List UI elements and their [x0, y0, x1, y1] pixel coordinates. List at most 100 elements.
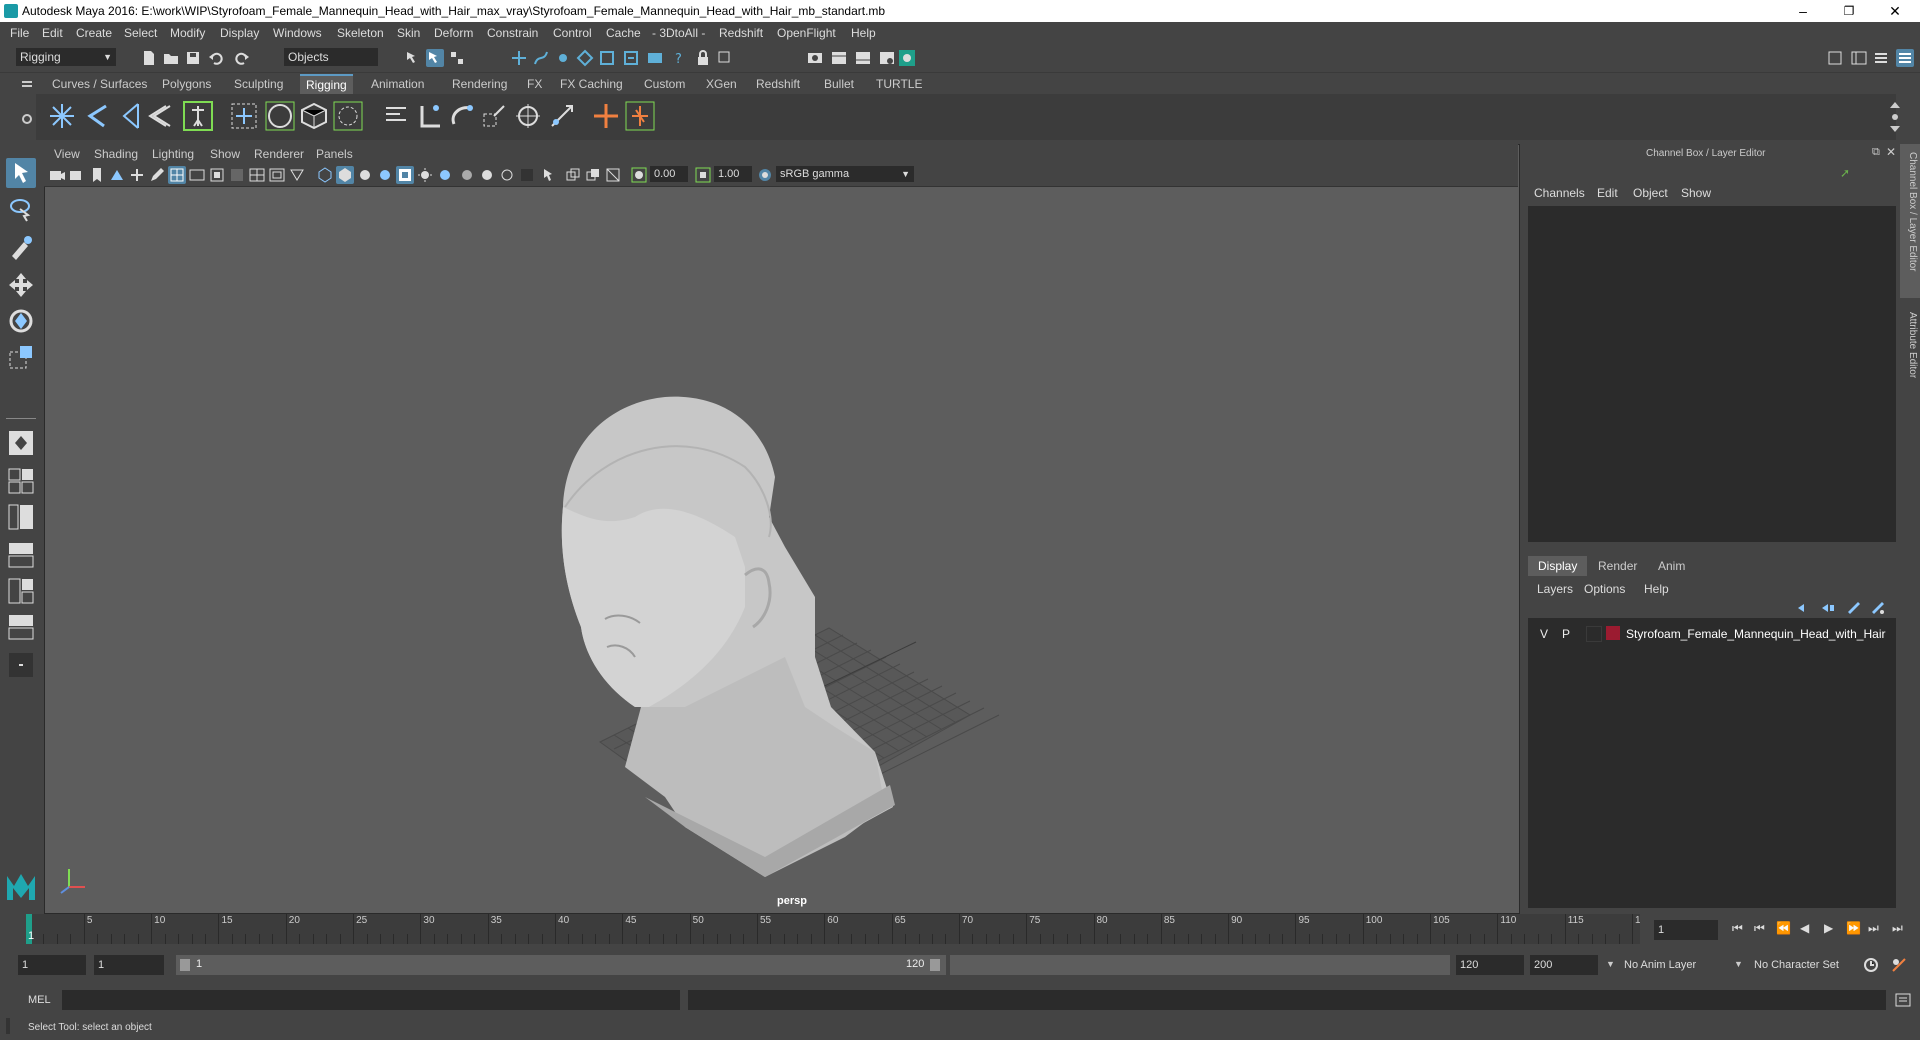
layer-name[interactable]: Styrofoam_Female_Mannequin_Head_with_Hai… [1626, 627, 1885, 641]
rotate-tool-icon[interactable] [6, 306, 36, 336]
character-set-dropdown[interactable]: No Character Set [1750, 955, 1876, 975]
undo-icon[interactable] [208, 49, 226, 67]
modeling-toolkit-icon[interactable] [1826, 49, 1844, 67]
image-plane-icon[interactable] [108, 166, 126, 184]
layer-menu-help[interactable]: Help [1644, 582, 1669, 596]
step-back-key-icon[interactable]: ⏮ [1754, 921, 1765, 936]
animation-preferences-icon[interactable] [1890, 956, 1908, 974]
smooth-shading-icon[interactable] [336, 166, 354, 184]
tab-render[interactable]: Render [1588, 556, 1647, 576]
restore-button[interactable]: ❐ [1826, 0, 1872, 22]
new-layer-icon[interactable] [1846, 600, 1862, 616]
smooth-bind-icon[interactable] [264, 100, 296, 132]
render-view-icon[interactable] [806, 49, 824, 67]
menu-help[interactable]: Help [851, 26, 876, 40]
paint-weights-icon[interactable] [380, 100, 412, 132]
vp-menu-lighting[interactable]: Lighting [152, 147, 194, 161]
script-editor-icon[interactable] [1894, 991, 1912, 1009]
vp-menu-show[interactable]: Show [210, 147, 240, 161]
tab-redshift[interactable]: Redshift [750, 74, 806, 94]
tab-rigging[interactable]: Rigging [300, 74, 353, 94]
chevron-down-icon[interactable]: ▼ [1606, 959, 1615, 969]
tab-display[interactable]: Display [1528, 556, 1588, 576]
render-settings-icon[interactable] [878, 49, 896, 67]
camera-icon[interactable] [48, 166, 66, 184]
isolate-select-icon[interactable] [540, 166, 558, 184]
select-by-component-icon[interactable] [448, 49, 466, 67]
channel-box-toggle-icon[interactable] [1896, 49, 1914, 67]
open-scene-icon[interactable] [162, 49, 180, 67]
locator-icon[interactable] [590, 100, 622, 132]
motion-blur-icon[interactable] [458, 166, 476, 184]
menu-display[interactable]: Display [220, 26, 259, 40]
menu-file[interactable]: File [10, 26, 29, 40]
shelf-settings-icon[interactable] [20, 112, 34, 126]
close-panel-icon[interactable]: ✕ [1886, 145, 1896, 159]
ik-fk-switch-icon[interactable] [624, 100, 656, 132]
side-tab-channel-box[interactable]: Channel Box / Layer Editor [1902, 152, 1918, 272]
use-all-lights-icon[interactable] [396, 166, 414, 184]
tab-bullet[interactable]: Bullet [818, 74, 860, 94]
parent-constraint-icon[interactable] [414, 100, 446, 132]
ipr-render-icon[interactable] [854, 49, 872, 67]
cb-menu-channels[interactable]: Channels [1534, 186, 1585, 200]
tool-settings-toggle-icon[interactable] [1872, 49, 1890, 67]
tab-xgen[interactable]: XGen [700, 74, 743, 94]
tab-fx[interactable]: FX [521, 74, 548, 94]
tab-custom[interactable]: Custom [638, 74, 691, 94]
gate-mask-icon[interactable] [228, 166, 246, 184]
close-button[interactable]: ✕ [1872, 0, 1918, 22]
channel-box-area[interactable] [1528, 206, 1896, 542]
input-ops-icon[interactable] [646, 49, 664, 67]
side-tab-attribute-editor[interactable]: Attribute Editor [1902, 312, 1918, 378]
auto-key-icon[interactable] [1862, 956, 1880, 974]
layer-visibility-toggle[interactable]: V [1540, 627, 1548, 641]
four-view-layout-icon[interactable] [6, 466, 36, 496]
cb-menu-object[interactable]: Object [1633, 186, 1668, 200]
cb-menu-edit[interactable]: Edit [1597, 186, 1618, 200]
script-editor-layout-icon[interactable] [6, 576, 36, 606]
play-forwards-icon[interactable]: ▶ [1824, 921, 1833, 935]
menu-3dtoall[interactable]: - 3DtoAll - [652, 26, 705, 40]
cb-menu-show[interactable]: Show [1681, 186, 1711, 200]
make-live-icon[interactable] [598, 49, 616, 67]
range-slider[interactable]: 1 120 [176, 955, 946, 975]
menu-openflight[interactable]: OpenFlight [777, 26, 836, 40]
lasso-tool-icon[interactable] [6, 195, 36, 225]
save-scene-icon[interactable] [184, 49, 202, 67]
viewport-scene[interactable] [45, 187, 1519, 913]
tab-rendering[interactable]: Rendering [446, 74, 513, 94]
minimize-button[interactable]: – [1780, 0, 1826, 22]
playback-start-field[interactable]: 1 [94, 955, 164, 975]
toolbox-more-icon[interactable] [6, 650, 36, 680]
resolution-gate-icon[interactable] [208, 166, 226, 184]
point-constraint-icon[interactable] [446, 100, 478, 132]
xray-components-icon[interactable] [584, 166, 602, 184]
outliner-layout-icon[interactable] [6, 502, 36, 532]
step-back-frame-icon[interactable]: ⏪ [1776, 921, 1791, 935]
menu-control[interactable]: Control [553, 26, 592, 40]
anim-layer-dropdown[interactable]: No Anim Layer [1620, 955, 1746, 975]
history-icon[interactable] [622, 49, 640, 67]
vp-menu-shading[interactable]: Shading [94, 147, 138, 161]
layer-list[interactable]: V P Styrofoam_Female_Mannequin_Head_with… [1528, 618, 1896, 908]
scale-tool-icon[interactable] [6, 342, 36, 372]
safe-title-icon[interactable] [288, 166, 306, 184]
tab-sculpting[interactable]: Sculpting [228, 74, 289, 94]
aim-constraint-icon[interactable] [512, 100, 544, 132]
chevron-down-icon[interactable]: ▼ [1734, 959, 1743, 969]
layer-type-toggle[interactable] [1586, 626, 1602, 642]
color-management-icon[interactable] [756, 166, 774, 184]
wireframe-grid-icon[interactable] [168, 166, 186, 184]
move-layer-down-icon[interactable] [1820, 600, 1836, 616]
exposure-icon[interactable] [630, 166, 648, 184]
menu-cache[interactable]: Cache [606, 26, 641, 40]
gamma-icon[interactable] [694, 166, 712, 184]
menu-deform[interactable]: Deform [434, 26, 473, 40]
menu-modify[interactable]: Modify [170, 26, 205, 40]
tab-polygons[interactable]: Polygons [156, 74, 217, 94]
float-panel-icon[interactable]: ⧉ [1872, 146, 1880, 159]
lock-icon[interactable] [694, 49, 712, 67]
animation-start-field[interactable]: 1 [18, 955, 86, 975]
go-to-end-icon[interactable]: ⏭ [1892, 921, 1903, 936]
